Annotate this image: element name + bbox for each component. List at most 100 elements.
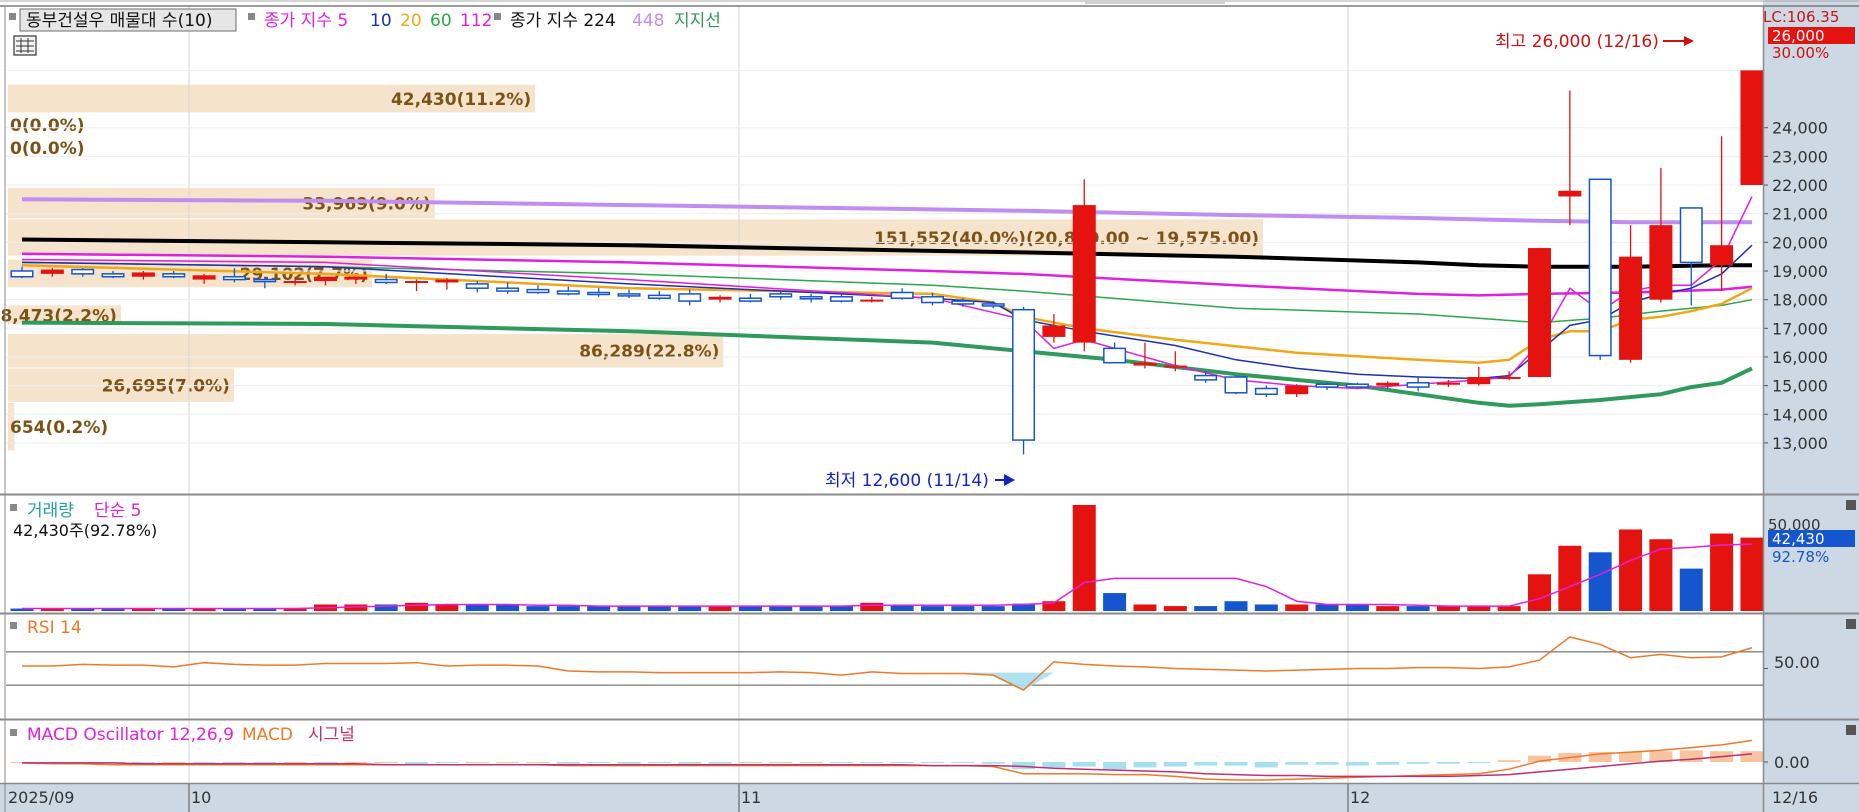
macd-osc-bar xyxy=(951,762,975,763)
volume-bar xyxy=(1649,539,1673,611)
volume-ma-label: 단순 5 xyxy=(94,501,142,521)
volume-bar xyxy=(1619,529,1643,611)
volume-last-pct: 92.78% xyxy=(1772,548,1829,566)
candle-body xyxy=(1497,377,1521,380)
macd-osc-bar xyxy=(921,762,944,763)
macd-osc-bar xyxy=(1285,762,1309,765)
volume-bar xyxy=(1163,606,1187,611)
candle-body xyxy=(1285,385,1309,395)
volume-info: 42,430주(92.78%) xyxy=(13,521,157,540)
volume-bar xyxy=(1558,545,1582,611)
legend-support: 지지선 xyxy=(674,11,721,31)
volume-bar xyxy=(405,602,429,611)
collapse-icon[interactable] xyxy=(1846,619,1856,629)
volume-bar xyxy=(1254,604,1278,611)
macd-osc-bar xyxy=(435,762,459,763)
macd-osc-bar xyxy=(283,762,307,763)
candle-body xyxy=(101,273,125,278)
candle-body xyxy=(587,291,611,296)
macd-osc-bar xyxy=(253,762,277,763)
collapse-icon[interactable] xyxy=(1846,500,1856,510)
candle-body xyxy=(222,275,246,281)
candle-body xyxy=(1436,382,1460,385)
macd-osc-bar xyxy=(738,762,762,763)
candle-body xyxy=(1558,190,1582,197)
candle-body xyxy=(162,273,186,278)
macd-osc-bar xyxy=(496,762,520,763)
current-price: 26,000 xyxy=(1772,27,1825,45)
candle-body xyxy=(253,278,277,283)
volume-last-value: 42,430 xyxy=(1772,530,1825,548)
candle-body xyxy=(1710,245,1734,266)
signal-label: 시그널 xyxy=(308,725,355,745)
volume-bar xyxy=(496,604,520,611)
candle-body xyxy=(465,283,489,289)
macd-osc-bar xyxy=(769,762,793,763)
macd-osc-bar xyxy=(678,762,702,764)
legend-ma60: 60 xyxy=(430,11,452,31)
volume-bar xyxy=(1588,552,1612,611)
date-label-oct: 10 xyxy=(191,788,211,807)
candle-body xyxy=(496,287,520,292)
candle-body xyxy=(1315,383,1339,388)
volume-bar xyxy=(1194,606,1218,611)
candle-body xyxy=(708,296,732,300)
price-tick-label: 22,000 xyxy=(1772,176,1828,195)
table-icon[interactable] xyxy=(13,35,37,56)
legend-ma20: 20 xyxy=(400,11,422,31)
lc-label: LC:106.35 xyxy=(1763,8,1839,26)
volume-profile-label: 26,695(7.0%) xyxy=(102,377,230,397)
macd-osc-bar xyxy=(344,762,368,763)
macd-osc-bar xyxy=(374,762,398,763)
candle-body xyxy=(738,297,762,302)
stock-chart[interactable]: 42,430(11.2%) 0(0.0%) 0(0.0%) 33,969(9.0%) 1… xyxy=(0,0,1859,812)
macd-osc-bar xyxy=(981,762,1005,764)
macd-osc-bar xyxy=(162,762,186,763)
candle-body xyxy=(981,303,1005,307)
legend-ma10: 10 xyxy=(370,11,392,31)
volume-profile-label: 86,289(22.8%) xyxy=(579,342,719,362)
volume-bar xyxy=(465,604,489,611)
macd-osc-bar xyxy=(1163,762,1187,767)
low-label: 최저 12,600 (11/14) xyxy=(825,471,989,491)
price-tick-label: 13,000 xyxy=(1772,434,1828,453)
candle-body xyxy=(678,293,702,302)
candle-body xyxy=(1740,70,1764,186)
macd-osc-bar xyxy=(1042,762,1066,768)
volume-bar xyxy=(1679,568,1703,611)
candle-body xyxy=(829,296,853,302)
price-tick-label: 19,000 xyxy=(1772,262,1828,281)
price-tick-label: 21,000 xyxy=(1772,205,1828,224)
legend-ma112: 112 xyxy=(460,11,492,31)
collapse-icon[interactable] xyxy=(1846,725,1856,735)
macd-osc-bar xyxy=(1436,762,1460,764)
volume-bar xyxy=(860,602,884,611)
macd-osc-bar xyxy=(617,762,641,764)
rsi-label: RSI 14 xyxy=(27,618,82,638)
volume-bar xyxy=(556,606,580,611)
volume-bar xyxy=(435,604,459,611)
macd-osc-bar xyxy=(799,762,823,763)
candle-body xyxy=(344,276,368,280)
volume-bar xyxy=(1315,604,1339,611)
candle-body xyxy=(1194,374,1218,381)
candle-body xyxy=(1012,308,1036,441)
candle-body xyxy=(131,272,155,277)
macd-osc-bar xyxy=(1619,752,1643,762)
candle-body xyxy=(283,281,307,284)
macd-osc-bar xyxy=(1103,762,1127,770)
candle-body xyxy=(374,278,398,284)
volume-label: 거래량 xyxy=(27,501,74,521)
volume-bar xyxy=(1406,606,1430,611)
volume-bar xyxy=(1103,593,1127,611)
macd-osc-bar xyxy=(708,762,732,764)
price-tick-label: 24,000 xyxy=(1772,119,1828,138)
macd-osc-bar xyxy=(465,762,489,763)
legend-close-ma2: 종가 지수 224 xyxy=(510,11,616,31)
candle-body xyxy=(1649,225,1673,300)
macd-osc-bar xyxy=(556,762,580,764)
candle-body xyxy=(799,296,823,300)
date-label-last: 12/16 xyxy=(1772,788,1818,807)
candle-body xyxy=(647,294,671,299)
macd-osc-bar xyxy=(1315,762,1339,765)
